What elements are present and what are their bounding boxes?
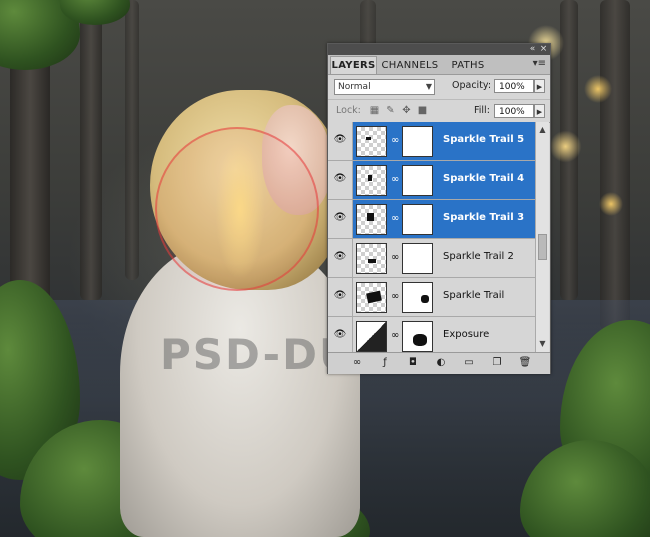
visibility-toggle[interactable]: 👁 xyxy=(328,161,353,199)
chain-link-icon[interactable]: ∞ xyxy=(391,174,399,185)
panel-menu-icon[interactable]: ▾≡ xyxy=(533,58,546,69)
layer-name: Sparkle Trail 5 xyxy=(443,134,525,145)
eye-icon: 👁 xyxy=(333,173,347,184)
brush-cursor-circle xyxy=(155,127,319,291)
lock-brush-icon[interactable]: ✎ xyxy=(385,105,396,116)
layer-name: Sparkle Trail 3 xyxy=(443,212,525,223)
layer-thumbnail xyxy=(356,165,387,196)
chain-link-icon[interactable]: ∞ xyxy=(391,291,399,302)
layer-name: Sparkle Trail 4 xyxy=(443,173,525,184)
chain-link-icon[interactable]: ∞ xyxy=(391,330,399,341)
layer-mask-thumbnail[interactable] xyxy=(402,204,433,235)
layer-row[interactable]: 👁 ∞ Sparkle Trail 3 xyxy=(328,200,535,239)
lock-transparent-icon[interactable]: ▦ xyxy=(369,105,380,116)
layers-list: 👁 ∞ Sparkle Trail 5 👁 ∞ Sparkle Trail 4 … xyxy=(328,122,535,352)
opacity-input[interactable]: 100% xyxy=(494,79,534,93)
layer-row[interactable]: 👁 ∞ Sparkle Trail 5 xyxy=(328,122,535,161)
scroll-down-icon[interactable]: ▼ xyxy=(536,338,549,350)
lock-all-icon[interactable]: ■ xyxy=(417,105,428,116)
fill-input[interactable]: 100% xyxy=(494,104,534,118)
layers-scrollbar[interactable]: ▲ ▼ xyxy=(535,122,549,352)
blend-mode-select[interactable]: Normal ▼ xyxy=(334,79,435,95)
chain-link-icon[interactable]: ∞ xyxy=(391,252,399,263)
layer-row[interactable]: 👁 ∞ Sparkle Trail 2 xyxy=(328,239,535,278)
layer-row[interactable]: 👁 ∞ Exposure xyxy=(328,317,535,352)
layer-mask-thumbnail[interactable] xyxy=(402,126,433,157)
lock-move-icon[interactable]: ✥ xyxy=(401,105,412,116)
blend-mode-value: Normal xyxy=(338,82,371,92)
panel-title-bar[interactable]: « × xyxy=(328,44,550,55)
layers-panel: « × LAYERS CHANNELS PATHS ▾≡ Normal ▼ Op… xyxy=(327,43,551,374)
eye-icon: 👁 xyxy=(333,329,347,340)
layer-row[interactable]: 👁 ∞ Sparkle Trail xyxy=(328,278,535,317)
tab-paths[interactable]: PATHS xyxy=(446,57,490,74)
chain-link-icon[interactable]: ∞ xyxy=(391,213,399,224)
visibility-toggle[interactable]: 👁 xyxy=(328,122,353,160)
eye-icon: 👁 xyxy=(333,212,347,223)
exposure-adjustment-icon xyxy=(356,321,387,352)
close-icon[interactable]: × xyxy=(538,44,549,55)
trash-icon[interactable]: 🗑 xyxy=(518,356,532,370)
layer-mask-thumbnail[interactable] xyxy=(402,165,433,196)
fill-label: Fill: xyxy=(474,105,490,116)
lock-fill-row: Lock: ▦ ✎ ✥ ■ Fill: 100% ▶ xyxy=(328,99,550,123)
panel-bottom-toolbar: ∞ ƒ ◘ ◐ ▭ ❐ 🗑 xyxy=(328,352,550,374)
layer-mask-thumbnail[interactable] xyxy=(402,243,433,274)
visibility-toggle[interactable]: 👁 xyxy=(328,200,353,238)
fill-arrow-icon[interactable]: ▶ xyxy=(534,104,545,118)
layer-name: Sparkle Trail 2 xyxy=(443,251,514,262)
blend-opacity-row: Normal ▼ Opacity: 100% ▶ xyxy=(328,75,550,99)
eye-icon: 👁 xyxy=(333,134,347,145)
link-layers-icon[interactable]: ∞ xyxy=(350,356,364,370)
chevron-down-icon: ▼ xyxy=(425,82,432,91)
layer-mask-thumbnail[interactable] xyxy=(402,321,433,352)
chain-link-icon[interactable]: ∞ xyxy=(391,135,399,146)
adjustment-layer-icon[interactable]: ◐ xyxy=(434,356,448,370)
collapse-icon[interactable]: « xyxy=(527,44,538,55)
eye-icon: 👁 xyxy=(333,251,347,262)
lock-label: Lock: xyxy=(336,105,361,116)
visibility-toggle[interactable]: 👁 xyxy=(328,278,353,316)
visibility-toggle[interactable]: 👁 xyxy=(328,317,353,352)
opacity-arrow-icon[interactable]: ▶ xyxy=(534,79,545,93)
tab-channels[interactable]: CHANNELS xyxy=(380,57,440,74)
new-group-icon[interactable]: ▭ xyxy=(462,356,476,370)
eye-icon: 👁 xyxy=(333,290,347,301)
scroll-up-icon[interactable]: ▲ xyxy=(536,124,549,136)
layer-name: Sparkle Trail xyxy=(443,290,505,301)
scroll-thumb[interactable] xyxy=(538,234,547,260)
new-layer-icon[interactable]: ❐ xyxy=(490,356,504,370)
opacity-label: Opacity: xyxy=(452,80,492,91)
layer-thumbnail xyxy=(356,204,387,235)
layer-thumbnail xyxy=(356,243,387,274)
fx-icon[interactable]: ƒ xyxy=(378,356,392,370)
layer-mask-thumbnail[interactable] xyxy=(402,282,433,313)
layer-thumbnail xyxy=(356,126,387,157)
panel-tabs: LAYERS CHANNELS PATHS ▾≡ xyxy=(328,55,550,75)
layer-thumbnail xyxy=(356,282,387,313)
visibility-toggle[interactable]: 👁 xyxy=(328,239,353,277)
canvas-scene: PSD-DUDE.COM xyxy=(0,0,650,537)
add-mask-icon[interactable]: ◘ xyxy=(406,356,420,370)
tab-layers[interactable]: LAYERS xyxy=(330,56,377,74)
layer-name: Exposure xyxy=(443,329,490,340)
layer-row[interactable]: 👁 ∞ Sparkle Trail 4 xyxy=(328,161,535,200)
